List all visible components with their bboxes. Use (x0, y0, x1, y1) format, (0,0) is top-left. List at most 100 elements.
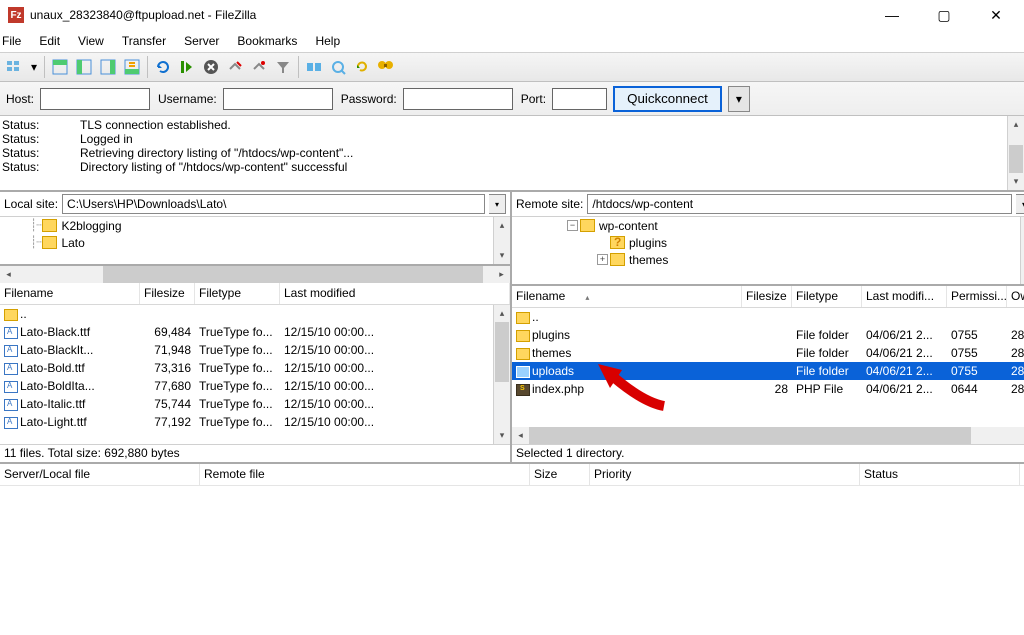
remote-pane: Remote site: ▾ −wp-content?plugins+theme… (512, 192, 1024, 462)
auto-icon[interactable] (351, 56, 373, 78)
file-row[interactable]: .. (0, 305, 510, 323)
tree-item[interactable]: K2blogging (61, 219, 121, 233)
column-header[interactable]: Filetype (195, 283, 280, 304)
remote-list-header[interactable]: Filename▴FilesizeFiletypeLast modifi...P… (512, 286, 1024, 308)
tree-item[interactable]: wp-content (599, 219, 658, 233)
refresh-icon[interactable] (152, 56, 174, 78)
local-path-input[interactable] (62, 194, 485, 214)
file-row[interactable]: themesFile folder04/06/21 2...0755283 (512, 344, 1024, 362)
close-button[interactable]: ✕ (976, 7, 1016, 24)
sitemanager-icon[interactable] (4, 56, 26, 78)
dropdown-icon[interactable]: ▾ (28, 56, 40, 78)
file-row[interactable]: Lato-BoldIta...77,680TrueType fo...12/15… (0, 377, 510, 395)
app-icon: Fz (8, 7, 24, 23)
folder-icon (42, 236, 57, 249)
ttf-icon (4, 417, 18, 429)
menu-help[interactable]: Help (313, 34, 342, 48)
local-path-dropdown[interactable]: ▾ (489, 194, 506, 214)
column-header[interactable]: Last modified (280, 283, 510, 304)
file-row[interactable]: index.php28PHP File04/06/21 2...0644283 (512, 380, 1024, 398)
file-row[interactable]: Lato-Black.ttf69,484TrueType fo...12/15/… (0, 323, 510, 341)
file-row[interactable]: Lato-Light.ttf77,192TrueType fo...12/15/… (0, 413, 510, 431)
scroll-down-icon[interactable]: ▾ (1008, 173, 1024, 190)
local-status: 11 files. Total size: 692,880 bytes (0, 444, 510, 462)
toggle-log-icon[interactable] (49, 56, 71, 78)
menu-server[interactable]: Server (182, 34, 221, 48)
password-label: Password: (341, 92, 397, 106)
maximize-button[interactable]: ▢ (924, 7, 964, 24)
status-message: TLS connection established. (80, 118, 231, 132)
column-header[interactable]: Size (530, 464, 590, 485)
column-header[interactable]: Filesize (742, 286, 792, 307)
file-row[interactable]: Lato-Italic.ttf75,744TrueType fo...12/15… (0, 395, 510, 413)
username-label: Username: (158, 92, 217, 106)
toggle-remote-tree-icon[interactable] (97, 56, 119, 78)
tree-item[interactable]: plugins (629, 236, 667, 250)
local-file-list[interactable]: ..Lato-Black.ttf69,484TrueType fo...12/1… (0, 305, 510, 444)
quickconnect-button[interactable]: Quickconnect (613, 86, 722, 112)
ttf-icon (4, 381, 18, 393)
local-tree[interactable]: ┊┈K2blogging┊┈Lato ▴▾ (0, 216, 510, 266)
column-header[interactable]: Remote file (200, 464, 530, 485)
log-scrollbar[interactable]: ▴ ▾ (1007, 116, 1024, 190)
column-header[interactable]: Filename▴ (512, 286, 742, 307)
remote-tree[interactable]: −wp-content?plugins+themes ▴▾ (512, 216, 1024, 286)
sync-browse-icon[interactable] (327, 56, 349, 78)
process-queue-icon[interactable] (176, 56, 198, 78)
title-bar: Fz unaux_28323840@ftpupload.net - FileZi… (0, 0, 1024, 30)
tree-item[interactable]: themes (629, 253, 668, 267)
column-header[interactable]: Filename (0, 283, 140, 304)
column-header[interactable]: Ow (1007, 286, 1024, 307)
compare-icon[interactable] (303, 56, 325, 78)
column-header[interactable]: Priority (590, 464, 860, 485)
column-header[interactable]: Filetype (792, 286, 862, 307)
local-list-scrollbar[interactable]: ▴▾ (493, 305, 510, 444)
scroll-up-icon[interactable]: ▴ (1008, 116, 1024, 133)
column-header[interactable]: Server/Local file (0, 464, 200, 485)
file-row[interactable]: Lato-BlackIt...71,948TrueType fo...12/15… (0, 341, 510, 359)
ttf-icon (4, 399, 18, 411)
remote-file-list[interactable]: ..pluginsFile folder04/06/21 2...0755283… (512, 308, 1024, 427)
toggle-local-tree-icon[interactable] (73, 56, 95, 78)
tree-expander[interactable]: + (597, 254, 608, 265)
queue-header[interactable]: Server/Local fileRemote fileSizePriority… (0, 464, 1024, 486)
column-header[interactable]: Last modifi... (862, 286, 947, 307)
file-row[interactable]: .. (512, 308, 1024, 326)
disconnect-icon[interactable] (224, 56, 246, 78)
message-log[interactable]: Status:TLS connection established.Status… (0, 116, 1024, 192)
menu-transfer[interactable]: Transfer (120, 34, 168, 48)
search-icon[interactable] (375, 56, 397, 78)
status-tag: Status: (0, 118, 80, 132)
column-header[interactable]: Filesize (140, 283, 195, 304)
tree-expander[interactable]: − (567, 220, 578, 231)
menu-bookmarks[interactable]: Bookmarks (235, 34, 299, 48)
local-tree-scrollbar[interactable]: ▴▾ (493, 217, 510, 264)
reconnect-icon[interactable] (248, 56, 270, 78)
filter-icon[interactable] (272, 56, 294, 78)
local-list-header[interactable]: FilenameFilesizeFiletypeLast modified (0, 283, 510, 305)
status-tag: Status: (0, 160, 80, 174)
host-input[interactable] (40, 88, 150, 110)
minimize-button[interactable]: — (872, 7, 912, 24)
column-header[interactable]: Permissi... (947, 286, 1007, 307)
port-input[interactable] (552, 88, 607, 110)
cancel-icon[interactable] (200, 56, 222, 78)
menu-view[interactable]: View (76, 34, 106, 48)
password-input[interactable] (403, 88, 513, 110)
menu-edit[interactable]: Edit (37, 34, 62, 48)
username-input[interactable] (223, 88, 333, 110)
toggle-queue-icon[interactable] (121, 56, 143, 78)
local-tree-hscroll[interactable]: ◂▸ (0, 266, 510, 283)
file-row[interactable]: pluginsFile folder04/06/21 2...0755283 (512, 326, 1024, 344)
tree-item[interactable]: Lato (61, 236, 84, 250)
folder-icon (610, 253, 625, 266)
column-header[interactable]: Status (860, 464, 1020, 485)
remote-list-hscroll[interactable]: ◂▸ (512, 427, 1024, 444)
remote-tree-scrollbar[interactable]: ▴▾ (1020, 217, 1024, 284)
file-row[interactable]: Lato-Bold.ttf73,316TrueType fo...12/15/1… (0, 359, 510, 377)
menu-file[interactable]: File (0, 34, 23, 48)
quickconnect-history-dropdown[interactable]: ▾ (728, 86, 750, 112)
file-row[interactable]: uploadsFile folder04/06/21 2...0755283 (512, 362, 1024, 380)
remote-path-input[interactable] (587, 194, 1012, 214)
remote-path-dropdown[interactable]: ▾ (1016, 194, 1024, 214)
